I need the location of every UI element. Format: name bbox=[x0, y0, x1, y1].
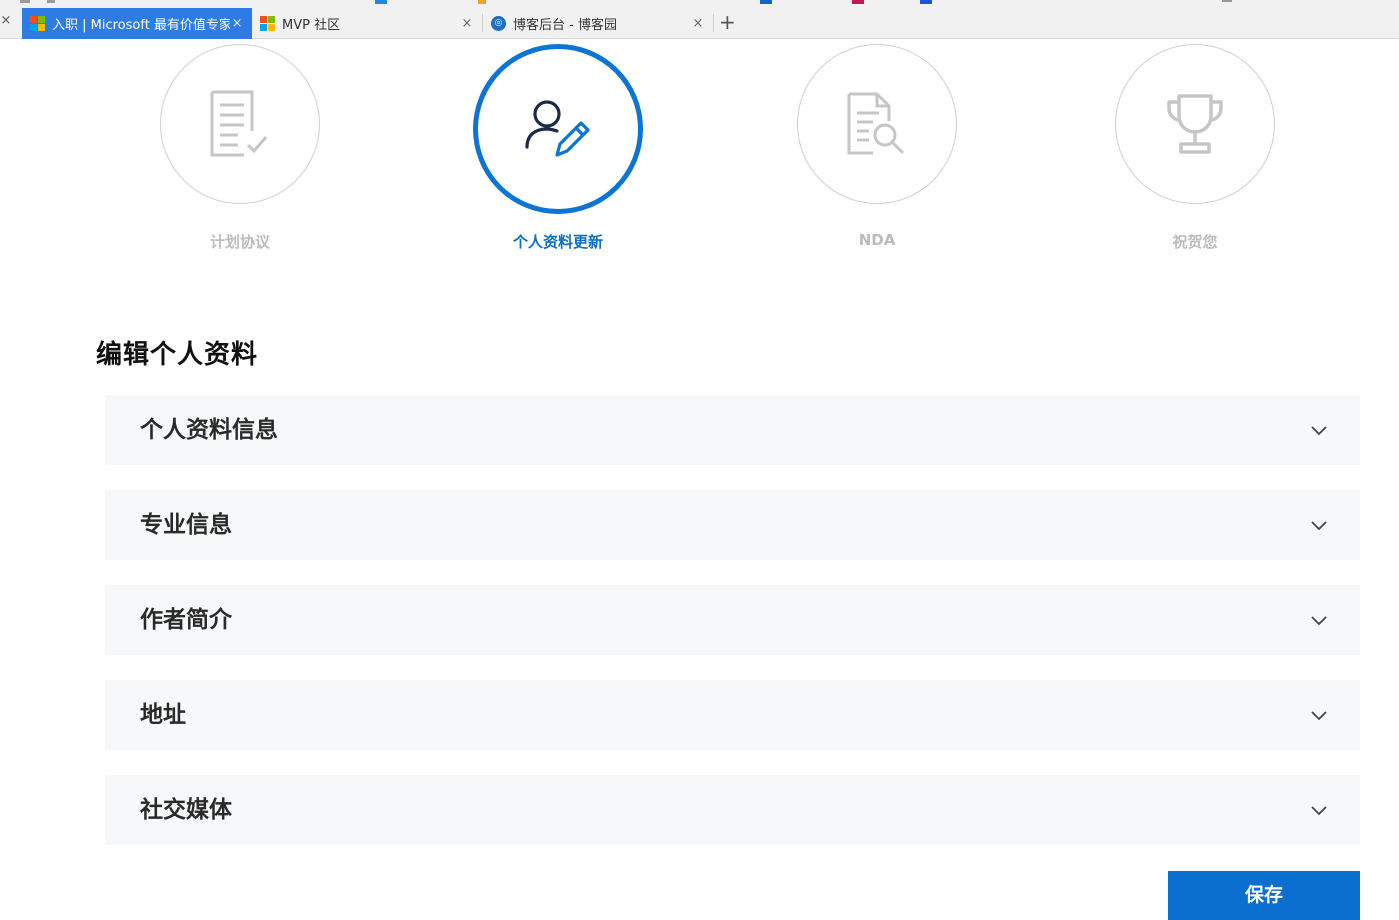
step-plan-agreement: 计划协议 bbox=[120, 44, 360, 251]
section-title: 社交媒体 bbox=[140, 797, 232, 823]
tab-title: 入职 | Microsoft 最有价值专家 bbox=[52, 18, 231, 33]
section-title: 作者简介 bbox=[140, 607, 232, 633]
step-circle bbox=[1115, 44, 1275, 204]
section-address[interactable]: 地址 bbox=[105, 680, 1360, 750]
step-circle bbox=[160, 44, 320, 204]
step-circle bbox=[797, 44, 957, 204]
cnblogs-logo-icon: ◎ bbox=[491, 16, 506, 31]
step-label: 祝贺您 bbox=[1172, 233, 1218, 251]
step-circle-current bbox=[473, 44, 643, 214]
step-profile-update: 个人资料更新 bbox=[438, 44, 678, 251]
chevron-down-icon[interactable] bbox=[1310, 706, 1328, 724]
step-congratulations: 祝贺您 bbox=[1075, 44, 1315, 251]
document-search-icon bbox=[847, 92, 905, 155]
tab-title: 博客后台 - 博客园 bbox=[513, 18, 617, 33]
close-tab-icon[interactable]: × bbox=[691, 16, 705, 31]
tab-divider bbox=[713, 14, 714, 32]
new-tab-button[interactable]: + bbox=[719, 12, 736, 32]
browser-tab-cnblogs[interactable]: ◎ 博客后台 - 博客园 × bbox=[483, 8, 713, 39]
tab-title: MVP 社区 bbox=[282, 18, 341, 33]
page-title: 编辑个人资料 bbox=[96, 340, 259, 370]
step-nda: NDA bbox=[757, 44, 997, 249]
section-profile-info[interactable]: 个人资料信息 bbox=[105, 395, 1360, 465]
microsoft-logo-icon bbox=[30, 16, 45, 31]
chevron-down-icon[interactable] bbox=[1310, 801, 1328, 819]
browser-tab-mvp-community[interactable]: MVP 社区 × bbox=[252, 8, 482, 39]
section-title: 地址 bbox=[140, 702, 186, 728]
bookmark-bar-remnant bbox=[0, 0, 1399, 4]
chevron-down-icon[interactable] bbox=[1310, 611, 1328, 629]
document-check-icon bbox=[210, 90, 268, 157]
user-edit-icon bbox=[525, 100, 590, 157]
section-author-bio[interactable]: 作者简介 bbox=[105, 585, 1360, 655]
section-social-media[interactable]: 社交媒体 bbox=[105, 775, 1360, 845]
step-label: 计划协议 bbox=[209, 233, 270, 251]
section-title: 专业信息 bbox=[140, 512, 232, 538]
microsoft-logo-icon bbox=[260, 16, 275, 31]
step-label: NDA bbox=[858, 231, 896, 249]
chevron-down-icon[interactable] bbox=[1310, 516, 1328, 534]
close-tab-icon[interactable]: × bbox=[460, 16, 474, 31]
browser-tab-strip: × 入职 | Microsoft 最有价值专家 × MVP 社区 × ◎ 博客后… bbox=[0, 0, 1399, 39]
close-tab-icon[interactable]: × bbox=[230, 16, 244, 31]
browser-tab-mvp-onboarding[interactable]: 入职 | Microsoft 最有价值专家 × bbox=[22, 8, 252, 39]
trophy-icon bbox=[1167, 94, 1223, 154]
step-label: 个人资料更新 bbox=[512, 233, 603, 251]
save-button[interactable]: 保存 bbox=[1168, 871, 1360, 920]
close-tab-icon[interactable]: × bbox=[0, 14, 12, 28]
section-professional-info[interactable]: 专业信息 bbox=[105, 490, 1360, 560]
section-title: 个人资料信息 bbox=[140, 417, 278, 443]
chevron-down-icon[interactable] bbox=[1310, 421, 1328, 439]
